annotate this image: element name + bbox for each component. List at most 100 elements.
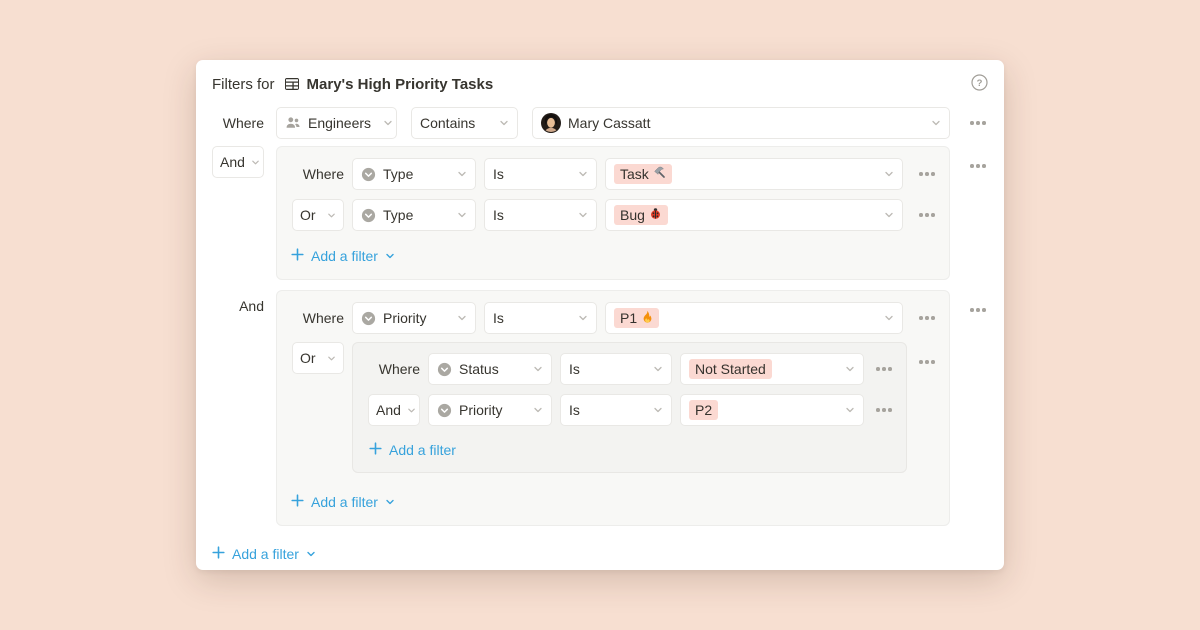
- tag-task: Task: [614, 164, 672, 184]
- select-property-icon: [361, 311, 376, 326]
- row-connector-select-or[interactable]: Or: [292, 199, 344, 231]
- chevron-down-icon: [839, 364, 855, 374]
- tag-p1: P1: [614, 308, 659, 328]
- property-select-engineers[interactable]: Engineers: [276, 107, 397, 139]
- plus-icon: [369, 442, 382, 458]
- operator-select-contains[interactable]: Contains: [411, 107, 518, 139]
- tag-not-started: Not Started: [689, 359, 772, 379]
- operator-select-label: Is: [569, 361, 580, 377]
- database-title: Mary's High Priority Tasks: [307, 76, 494, 93]
- property-select-type[interactable]: Type: [352, 158, 476, 190]
- where-label: Where: [303, 166, 344, 182]
- value-select-person[interactable]: Mary Cassatt: [532, 107, 950, 139]
- connector-label: Or: [300, 207, 316, 223]
- nested-row-1: Where Status Is: [365, 353, 894, 385]
- select-property-icon: [361, 167, 376, 182]
- tag-label: P1: [620, 308, 637, 328]
- operator-select-is[interactable]: Is: [484, 302, 597, 334]
- add-filter-button[interactable]: Add a filter: [369, 438, 456, 462]
- property-select-priority[interactable]: Priority: [428, 394, 552, 426]
- question-mark-circle-icon: ?: [971, 74, 988, 94]
- chevron-down-icon: [647, 405, 663, 415]
- tag-p2: P2: [689, 400, 718, 420]
- operator-select-is[interactable]: Is: [484, 199, 597, 231]
- group2-menu-button[interactable]: [970, 302, 988, 318]
- help-button[interactable]: ?: [971, 74, 988, 94]
- row-menu-button[interactable]: [919, 166, 937, 182]
- value-select-task[interactable]: Task: [605, 158, 903, 190]
- row-menu-button[interactable]: [876, 361, 894, 377]
- operator-select-label: Is: [569, 402, 580, 418]
- value-select-label: Mary Cassatt: [568, 115, 650, 131]
- property-select-priority[interactable]: Priority: [352, 302, 476, 334]
- plus-icon: [291, 248, 304, 264]
- chevron-down-icon: [385, 248, 395, 264]
- value-select-not-started[interactable]: Not Started: [680, 353, 864, 385]
- ellipsis-icon: [876, 367, 880, 371]
- row-menu-button[interactable]: [919, 207, 937, 223]
- where-label: Where: [212, 115, 264, 131]
- add-filter-label: Add a filter: [311, 494, 378, 510]
- nested-group-panel: Where Status Is: [352, 342, 907, 473]
- row-menu-button[interactable]: [876, 402, 894, 418]
- chevron-down-icon: [572, 169, 588, 179]
- chevron-down-icon: [878, 169, 894, 179]
- ellipsis-icon: [919, 316, 923, 320]
- ellipsis-icon: [970, 164, 974, 168]
- add-filter-button[interactable]: Add a filter: [291, 244, 395, 268]
- value-select-bug[interactable]: Bug: [605, 199, 903, 231]
- add-filter-button[interactable]: Add a filter: [291, 490, 395, 514]
- top-filter-row: Where Engineers Contains Mary Cassatt: [212, 107, 988, 139]
- operator-select-label: Is: [493, 207, 504, 223]
- chevron-down-icon: [878, 313, 894, 323]
- property-select-status[interactable]: Status: [428, 353, 552, 385]
- connector-label: Or: [300, 350, 316, 366]
- dialog-header: Filters for Mary's High Priority Tasks ?: [212, 72, 988, 96]
- select-property-icon: [437, 362, 452, 377]
- chevron-down-icon: [493, 118, 509, 128]
- operator-select-is[interactable]: Is: [484, 158, 597, 190]
- nested-connector-select-or[interactable]: Or: [292, 342, 344, 374]
- chevron-down-icon: [385, 494, 395, 510]
- top-filter-menu-button[interactable]: [970, 115, 988, 131]
- select-property-icon: [437, 403, 452, 418]
- value-select-p2[interactable]: P2: [680, 394, 864, 426]
- operator-select-is[interactable]: Is: [560, 353, 672, 385]
- chevron-down-icon: [839, 405, 855, 415]
- chevron-down-icon: [925, 118, 941, 128]
- filters-dialog: Filters for Mary's High Priority Tasks ?…: [196, 60, 1004, 570]
- ellipsis-icon: [876, 408, 880, 412]
- avatar: [541, 113, 561, 133]
- svg-text:?: ?: [977, 78, 983, 89]
- chevron-down-icon: [321, 354, 336, 363]
- row-connector-select-and[interactable]: And: [368, 394, 420, 426]
- group1-panel: Where Type Is Task: [276, 146, 950, 280]
- chevron-down-icon: [451, 210, 467, 220]
- chevron-down-icon: [527, 364, 543, 374]
- group1-connector-select[interactable]: And: [212, 146, 264, 178]
- tag-bug: Bug: [614, 205, 668, 225]
- tag-label: P2: [695, 400, 712, 420]
- page-background: Filters for Mary's High Priority Tasks ?…: [0, 0, 1200, 630]
- property-select-label: Status: [459, 361, 499, 377]
- select-property-icon: [361, 208, 376, 223]
- ellipsis-icon: [919, 172, 923, 176]
- property-select-type[interactable]: Type: [352, 199, 476, 231]
- group1-row-2: Or Type Is Bug: [289, 199, 937, 231]
- chevron-down-icon: [321, 211, 336, 220]
- tag-label: Task: [620, 164, 649, 184]
- hammer-emoji-icon: [653, 164, 666, 184]
- chevron-down-icon: [401, 406, 416, 415]
- add-filter-button[interactable]: Add a filter: [212, 542, 316, 566]
- property-select-label: Priority: [383, 310, 427, 326]
- group2-row-1: Where Priority Is P1: [289, 302, 937, 334]
- fire-emoji-icon: [641, 308, 653, 328]
- row-menu-button[interactable]: [919, 310, 937, 326]
- nested-group-line: Or Where Status: [289, 342, 937, 473]
- operator-select-is[interactable]: Is: [560, 394, 672, 426]
- where-label: Where: [303, 310, 344, 326]
- value-select-p1[interactable]: P1: [605, 302, 903, 334]
- person-icon: [285, 115, 301, 131]
- nested-group-menu-button[interactable]: [919, 354, 937, 370]
- group1-menu-button[interactable]: [970, 158, 988, 174]
